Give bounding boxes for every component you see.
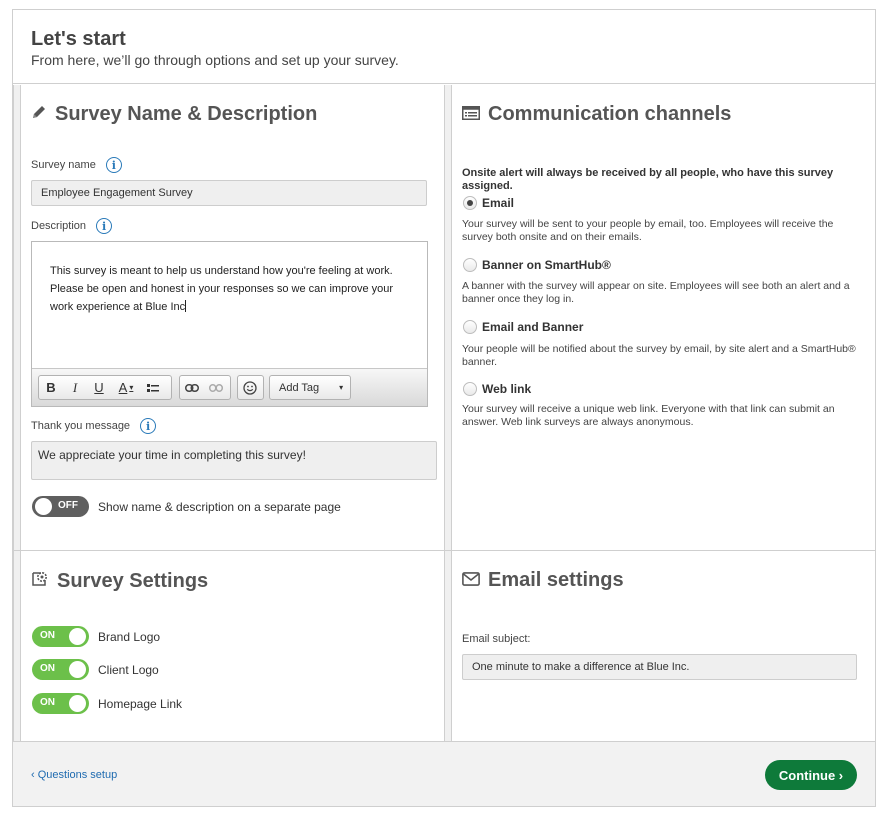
description-text-area[interactable]: This survey is meant to help us understa…: [50, 262, 400, 316]
link-button-group: [179, 375, 231, 400]
unlink-icon[interactable]: [204, 376, 228, 399]
thank-you-message-input[interactable]: We appreciate your time in completing th…: [31, 441, 437, 480]
add-tag-dropdown[interactable]: Add Tag ▾: [269, 375, 351, 400]
bold-button[interactable]: B: [39, 376, 63, 399]
survey-name-input[interactable]: Employee Engagement Survey: [31, 180, 427, 206]
radio-banner-description: A banner with the survey will appear on …: [462, 280, 850, 305]
survey-settings-section-title-text: Survey Settings: [57, 569, 209, 592]
toggle-state: ON: [40, 630, 55, 641]
survey-settings-section-title: Survey Settings: [31, 569, 208, 593]
caret-down-icon: ▾: [129, 383, 134, 392]
description-value: This survey is meant to help us understa…: [50, 265, 394, 313]
onsite-alert-note: Onsite alert will always be received by …: [462, 167, 834, 192]
info-icon[interactable]: i: [96, 218, 113, 234]
radio-web-link[interactable]: [463, 382, 477, 396]
radio-email-description: Your survey will be sent to your people …: [462, 218, 834, 243]
info-icon[interactable]: i: [105, 157, 122, 173]
radio-banner[interactable]: [463, 258, 477, 272]
smiley-icon[interactable]: [238, 376, 262, 399]
info-icon[interactable]: i: [140, 418, 157, 434]
list-panel-icon: [462, 103, 480, 126]
survey-name-label-text: Survey name: [31, 159, 96, 171]
italic-button[interactable]: I: [63, 376, 87, 399]
toggle-state: ON: [40, 697, 55, 708]
caret-down-icon: ▾: [339, 383, 344, 392]
envelope-icon: [462, 569, 480, 592]
continue-button[interactable]: Continue ›: [765, 760, 857, 790]
toggle-knob: [69, 628, 86, 645]
separate-page-toggle-label: Show name & description on a separate pa…: [98, 500, 341, 514]
radio-email-label[interactable]: Email: [482, 196, 514, 210]
toggle-state: ON: [40, 663, 55, 674]
add-tag-label: Add Tag: [279, 381, 320, 394]
survey-name-section-title-text: Survey Name & Description: [55, 103, 318, 125]
settings-grid: Survey Name & Description Survey name i …: [13, 85, 875, 741]
survey-name-label: Survey name i: [31, 157, 122, 173]
radio-web-link-label[interactable]: Web link: [482, 382, 531, 396]
settings-gear-icon: [31, 569, 49, 593]
radio-email[interactable]: [463, 196, 477, 210]
thank-you-label-text: Thank you message: [31, 420, 131, 432]
communication-section-title-text: Communication channels: [488, 103, 732, 125]
brand-logo-toggle[interactable]: ON: [32, 626, 89, 647]
font-color-button[interactable]: A ▾: [111, 376, 141, 399]
middle-gutter: [444, 85, 452, 741]
bullet-list-icon[interactable]: [141, 376, 165, 399]
communication-section-title: Communication channels: [462, 103, 731, 126]
description-label: Description i: [31, 218, 113, 234]
page-subtitle: From here, we’ll go through options and …: [31, 52, 399, 68]
email-subject-label: Email subject:: [462, 633, 531, 645]
separate-page-toggle[interactable]: OFF: [32, 496, 89, 517]
radio-email-and-banner-description: Your people will be notified about the s…: [462, 343, 856, 368]
toggle-knob: [69, 695, 86, 712]
survey-setup-panel: Let's start From here, we’ll go through …: [12, 9, 876, 807]
format-button-group: B I U A ▾: [38, 375, 172, 400]
thank-you-label: Thank you message i: [31, 418, 157, 434]
radio-email-and-banner-label[interactable]: Email and Banner: [482, 320, 583, 334]
description-editor[interactable]: This survey is meant to help us understa…: [31, 241, 428, 407]
page-title: Let's start: [31, 28, 126, 50]
survey-name-value: Employee Engagement Survey: [41, 187, 193, 199]
radio-web-link-description: Your survey will receive a unique web li…: [462, 403, 835, 428]
emoji-button-group: [237, 375, 264, 400]
link-icon[interactable]: [180, 376, 204, 399]
toggle-knob: [69, 661, 86, 678]
editor-toolbar: B I U A ▾ Add Tag ▾: [32, 368, 427, 406]
brand-logo-label: Brand Logo: [98, 630, 161, 644]
underline-button[interactable]: U: [87, 376, 111, 399]
left-gutter: [13, 85, 21, 741]
client-logo-label: Client Logo: [98, 663, 159, 677]
radio-banner-label[interactable]: Banner on SmartHub®: [482, 258, 611, 272]
toggle-knob: [35, 498, 52, 515]
questions-setup-back-link[interactable]: ‹ Questions setup: [31, 769, 117, 781]
pencil-icon: [31, 103, 47, 126]
client-logo-toggle[interactable]: ON: [32, 659, 89, 680]
thank-you-message-value: We appreciate your time in completing th…: [38, 448, 306, 462]
survey-name-section-title: Survey Name & Description: [31, 103, 317, 126]
footer-bar: ‹ Questions setup Continue ›: [13, 741, 875, 806]
email-subject-value: One minute to make a difference at Blue …: [472, 661, 690, 673]
radio-email-and-banner[interactable]: [463, 320, 477, 334]
font-color-label: A: [118, 380, 128, 395]
page-header: Let's start From here, we’ll go through …: [13, 10, 875, 84]
toggle-state: OFF: [58, 500, 78, 511]
email-settings-section-title: Email settings: [462, 569, 624, 592]
email-settings-section-title-text: Email settings: [488, 569, 624, 591]
homepage-link-label: Homepage Link: [98, 697, 183, 711]
row-divider: [13, 550, 875, 551]
email-subject-input[interactable]: One minute to make a difference at Blue …: [462, 654, 857, 680]
homepage-link-toggle[interactable]: ON: [32, 693, 89, 714]
text-caret: [185, 300, 187, 312]
description-label-text: Description: [31, 220, 87, 232]
